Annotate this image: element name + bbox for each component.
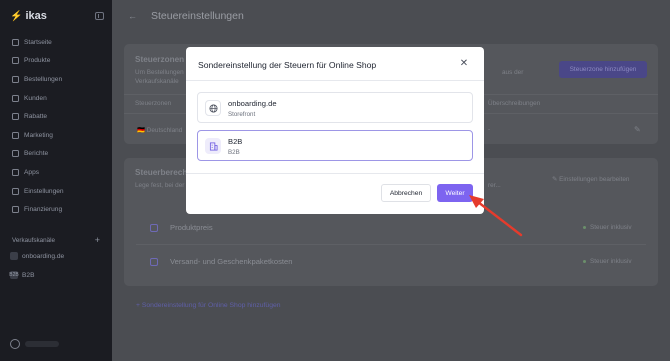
user-name-redacted [25, 341, 59, 347]
logo-text: ikas [25, 10, 47, 22]
edit-settings-label: Einstellungen bearbeiten [559, 176, 630, 183]
chart-icon [12, 150, 19, 158]
status-dot [583, 225, 586, 229]
zone-row-germany[interactable]: 🇩🇪 Deutschland [137, 126, 182, 134]
sales-channels-label[interactable]: Verkaufskanäle [12, 237, 55, 244]
sidebar-item-einstellungen[interactable]: Einstellungen [0, 182, 112, 201]
channel-label: B2B [22, 271, 35, 279]
sidebar-item-label: Bestellungen [24, 75, 63, 83]
sidebar-item-startseite[interactable]: Startseite [0, 33, 112, 52]
option-name: onboarding.de [228, 99, 277, 108]
sidebar-item-label: Produkte [24, 57, 51, 65]
sidebar-channel-b2b[interactable]: B2B B2B [9, 271, 35, 279]
bolt-icon: ⚡ [10, 10, 23, 22]
modal-divider [186, 173, 484, 174]
add-tax-zone-button[interactable]: Steuerzone hinzufügen [559, 61, 647, 78]
user-menu[interactable] [10, 339, 59, 349]
sidebar: ⚡ ikas Startseite Produkte Bestellungen … [0, 0, 112, 361]
sidebar-item-finanzierung[interactable]: Finanzierung [0, 200, 112, 219]
box-icon [12, 57, 19, 65]
add-special-setting-link[interactable]: + Sondereinstellung für Online Shop hinz… [136, 302, 281, 309]
sidebar-item-marketing[interactable]: Marketing [0, 126, 112, 145]
status-text: Steuer inklusiv [590, 258, 632, 265]
annotation-arrow-icon [469, 195, 523, 237]
special-tax-modal: Sondereinstellung der Steuern für Online… [186, 47, 484, 214]
sidebar-item-produkte[interactable]: Produkte [0, 52, 112, 71]
sidebar-channel-onboarding[interactable]: onboarding.de [10, 252, 64, 260]
modal-title: Sondereinstellung der Steuern für Online… [198, 60, 377, 70]
product-price-label: Produktpreis [170, 223, 213, 232]
sidebar-item-rabatte[interactable]: Rabatte [0, 107, 112, 126]
avatar [10, 339, 20, 349]
sidebar-item-label: Rabatte [24, 113, 48, 121]
sidebar-item-bestellungen[interactable]: Bestellungen [0, 70, 112, 89]
cancel-button[interactable]: Abbrechen [381, 184, 431, 202]
ikas-logo[interactable]: ⚡ ikas [10, 10, 47, 22]
finance-icon [12, 206, 19, 214]
sidebar-collapse-icon[interactable] [95, 12, 104, 20]
page-title: Steuereinstellungen [151, 10, 244, 22]
building-icon [205, 138, 221, 154]
tax-zones-desc-2: Verkaufskanäle [135, 78, 179, 85]
storefront-icon [10, 252, 18, 260]
tax-zones-desc-end: aus der [502, 69, 524, 76]
channel-label: onboarding.de [22, 252, 65, 260]
sidebar-item-berichte[interactable]: Berichte [0, 145, 112, 164]
status-dot [583, 259, 586, 263]
sidebar-item-label: Kunden [24, 94, 47, 102]
edit-settings-link[interactable]: ✎ Einstellungen bearbeiten [552, 175, 630, 183]
megaphone-icon [12, 131, 19, 139]
truck-icon [150, 258, 158, 266]
add-channel-icon[interactable]: + [95, 235, 100, 245]
status-text: Steuer inklusiv [590, 224, 632, 231]
globe-icon [205, 100, 221, 116]
modal-divider [186, 80, 484, 81]
option-sub: Storefront [228, 111, 256, 118]
option-onboarding[interactable]: onboarding.de Storefront [197, 92, 473, 123]
sidebar-item-apps[interactable]: Apps [0, 163, 112, 182]
user-icon [12, 94, 19, 102]
apps-icon [12, 168, 19, 176]
sales-channels-header: Verkaufskanäle + [12, 235, 100, 245]
tax-zones-title: Steuerzonen [135, 55, 185, 64]
option-b2b[interactable]: B2B B2B [197, 130, 473, 161]
b2b-channel-icon: B2B [9, 271, 19, 279]
gear-icon [12, 187, 19, 195]
sidebar-nav: Startseite Produkte Bestellungen Kunden … [0, 33, 112, 219]
sidebar-item-kunden[interactable]: Kunden [0, 89, 112, 108]
column-header-overrides: Überschreibungen [488, 100, 541, 107]
tax-zones-desc: Um Bestellungen [135, 69, 184, 76]
option-sub: B2B [228, 149, 240, 156]
status-badge: Steuer inklusiv [583, 258, 632, 265]
status-badge: Steuer inklusiv [583, 224, 632, 231]
tag-icon [12, 113, 19, 121]
edit-pencil-icon[interactable]: ✎ [634, 125, 641, 134]
shipping-costs-label: Versand- und Geschenkpaketkosten [170, 257, 293, 266]
sidebar-item-label: Finanzierung [24, 206, 63, 214]
close-icon[interactable]: ✕ [459, 59, 469, 69]
zone-row-overrides: - [488, 126, 491, 133]
divider [136, 244, 646, 245]
price-tag-icon [150, 224, 158, 232]
tax-calculation-desc-end: rer... [488, 182, 501, 189]
sidebar-item-label: Startseite [24, 38, 52, 46]
sidebar-item-label: Einstellungen [24, 187, 64, 195]
sidebar-item-label: Apps [24, 168, 40, 176]
sidebar-item-label: Marketing [24, 131, 53, 139]
home-icon [12, 38, 19, 46]
column-header-zones: Steuerzonen [135, 100, 172, 107]
sidebar-item-label: Berichte [24, 150, 49, 158]
option-name: B2B [228, 137, 243, 146]
back-arrow-icon[interactable]: ← [128, 11, 137, 21]
cart-icon [12, 75, 19, 83]
